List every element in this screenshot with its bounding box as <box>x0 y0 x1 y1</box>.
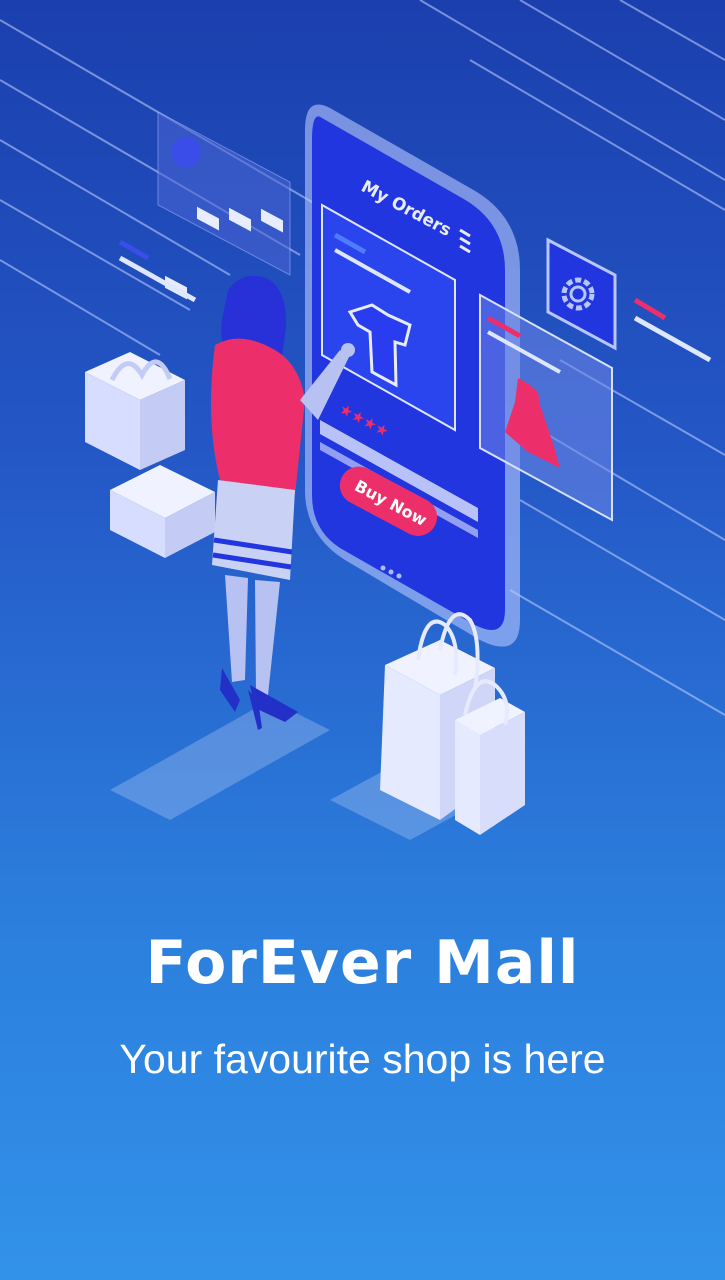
splash-illustration: My Orders ★★★★ Buy Now <box>0 0 725 840</box>
app-tagline: Your favourite shop is here <box>119 1036 606 1082</box>
avatar <box>171 137 201 167</box>
app-title: ForEver Mall <box>145 928 580 998</box>
gift-box-icon <box>85 352 215 558</box>
gear-card <box>546 237 617 351</box>
